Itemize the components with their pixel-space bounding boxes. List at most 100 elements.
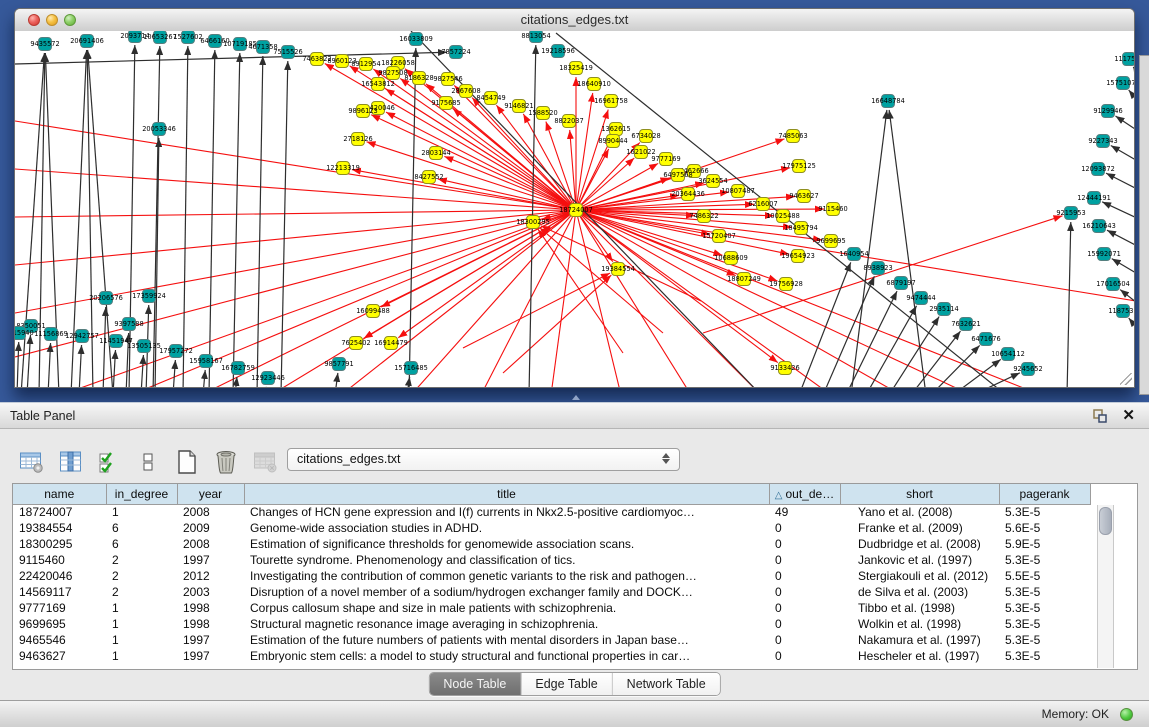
table-cell[interactable]: Jankovic et al. (1997) — [840, 552, 999, 568]
table-cell[interactable]: 1 — [106, 648, 177, 664]
table-cell[interactable]: 0 — [769, 616, 840, 632]
table-cell[interactable]: 19384554 — [13, 520, 106, 536]
table-cell[interactable]: 9699695 — [13, 616, 106, 632]
graph-edge[interactable] — [953, 359, 1001, 387]
graph-edge[interactable] — [538, 229, 623, 353]
table-cell[interactable]: 2008 — [177, 536, 244, 552]
table-cell[interactable]: 49 — [769, 504, 840, 520]
table-cell[interactable]: Disruption of a novel member of a sodium… — [244, 584, 769, 600]
graph-edge[interactable] — [1129, 90, 1134, 105]
table-cell[interactable]: 1 — [106, 600, 177, 616]
table-cell[interactable]: 6 — [106, 520, 177, 536]
graph-edge[interactable] — [1102, 202, 1134, 220]
graph-edge[interactable] — [371, 115, 576, 210]
table-cell[interactable]: Genome-wide association studies in ADHD. — [244, 520, 769, 536]
graph-edge[interactable] — [866, 306, 917, 387]
table-cell[interactable]: 6 — [106, 536, 177, 552]
graph-edge[interactable] — [1067, 222, 1071, 387]
graph-edge[interactable] — [113, 350, 116, 387]
table-cell[interactable]: Embryonic stem cells: a model to study s… — [244, 648, 769, 664]
graph-edge[interactable] — [1120, 290, 1134, 306]
table-cell[interactable]: 5.3E-5 — [999, 632, 1090, 648]
table-cell[interactable]: 1998 — [177, 600, 244, 616]
table-cell[interactable]: 5.5E-5 — [999, 568, 1090, 584]
network-graph[interactable]: 1872400718300295193845547463822896012389… — [15, 31, 1134, 387]
table-cell[interactable]: 9463627 — [13, 648, 106, 664]
table-row[interactable]: 946362711997Embryonic stem cells: a mode… — [13, 648, 1090, 664]
table-row[interactable]: 946554611997Estimation of the future num… — [13, 632, 1090, 648]
splitter-handle[interactable] — [572, 395, 580, 400]
select-rows-checklist-icon[interactable] — [96, 449, 122, 475]
graph-edge[interactable] — [341, 210, 576, 387]
table-cell[interactable]: 5.6E-5 — [999, 520, 1090, 536]
graph-edge[interactable] — [576, 210, 778, 363]
table-cell[interactable]: 1 — [106, 632, 177, 648]
table-cell[interactable]: Tibbo et al. (1998) — [840, 600, 999, 616]
new-document-icon[interactable] — [174, 449, 200, 475]
graph-edge[interactable] — [17, 342, 19, 387]
graph-edge[interactable] — [209, 50, 215, 387]
table-cell[interactable]: 0 — [769, 648, 840, 664]
table-cell[interactable]: 1997 — [177, 648, 244, 664]
tab-edge-table[interactable]: Edge Table — [520, 673, 611, 695]
table-cell[interactable]: 9777169 — [13, 600, 106, 616]
table-settings-icon[interactable] — [18, 449, 44, 475]
graph-edge[interactable] — [1115, 116, 1134, 133]
table-cell[interactable]: 2 — [106, 552, 177, 568]
table-cell[interactable]: Nakamura et al. (1997) — [840, 632, 999, 648]
graph-edge[interactable] — [481, 210, 576, 387]
memory-status-indicator[interactable] — [1120, 708, 1133, 721]
table-cell[interactable]: 9465546 — [13, 632, 106, 648]
float-panel-icon[interactable] — [1093, 409, 1107, 423]
table-cell[interactable]: 5.3E-5 — [999, 616, 1090, 632]
graph-edge[interactable] — [1111, 146, 1134, 163]
table-row[interactable]: 1938455462009Genome-wide association stu… — [13, 520, 1090, 536]
scrollbar-thumb[interactable] — [1099, 507, 1112, 535]
table-row[interactable]: 2242004622012Investigating the contribut… — [13, 568, 1090, 584]
graph-edge[interactable] — [173, 360, 175, 387]
table-cell[interactable]: Dudbridge et al. (2008) — [840, 536, 999, 552]
column-header-title[interactable]: title — [244, 484, 769, 504]
table-cell[interactable]: Stergiakouli et al. (2012) — [840, 568, 999, 584]
graph-edge[interactable] — [15, 121, 576, 210]
graph-edge[interactable] — [570, 130, 576, 210]
graph-edge[interactable] — [799, 262, 851, 387]
vertical-scrollbar[interactable] — [1097, 505, 1114, 668]
graph-edge[interactable] — [79, 345, 82, 387]
table-cell[interactable]: 0 — [769, 600, 840, 616]
table-cell[interactable]: 5.3E-5 — [999, 600, 1090, 616]
table-cell[interactable]: 2 — [106, 568, 177, 584]
column-header-in_degree[interactable]: in_degree — [106, 484, 177, 504]
table-cell[interactable]: Wolkin et al. (1998) — [840, 616, 999, 632]
graph-edge[interactable] — [335, 373, 338, 387]
graph-edge[interactable] — [411, 210, 576, 387]
graph-edge[interactable] — [15, 210, 576, 265]
graph-edge[interactable] — [1106, 173, 1134, 191]
table-cell[interactable]: Franke et al. (2009) — [840, 520, 999, 536]
graph-edge[interactable] — [823, 276, 874, 387]
delete-trash-icon[interactable] — [213, 449, 239, 475]
graph-edge[interactable] — [15, 210, 576, 357]
resize-grip[interactable] — [1120, 373, 1132, 385]
table-cell[interactable]: Estimation of the future numbers of pati… — [244, 632, 769, 648]
table-cell[interactable]: Hescheler et al. (1997) — [840, 648, 999, 664]
table-row[interactable]: 1872400712008Changes of HCN gene express… — [13, 504, 1090, 520]
column-header-pagerank[interactable]: pagerank — [999, 484, 1090, 504]
table-cell[interactable]: Estimation of significance thresholds fo… — [244, 536, 769, 552]
table-cell[interactable]: 0 — [769, 584, 840, 600]
table-row[interactable]: 911546021997Tourette syndrome. Phenomeno… — [13, 552, 1090, 568]
table-cell[interactable]: Yano et al. (2008) — [840, 504, 999, 520]
row-height-icon[interactable] — [135, 449, 161, 475]
table-cell[interactable]: 18300295 — [13, 536, 106, 552]
table-cell[interactable]: de Silva et al. (2003) — [840, 584, 999, 600]
graph-edge[interactable] — [257, 56, 263, 387]
graph-edge[interactable] — [233, 53, 240, 387]
table-cell[interactable]: 0 — [769, 632, 840, 648]
table-cell[interactable]: 0 — [769, 568, 840, 584]
graph-edge[interactable] — [103, 307, 106, 387]
table-selector-dropdown[interactable]: citations_edges.txt — [287, 448, 680, 471]
table-cell[interactable]: Investigating the contribution of common… — [244, 568, 769, 584]
table-cell[interactable]: 0 — [769, 552, 840, 568]
table-cell[interactable]: 1998 — [177, 616, 244, 632]
table-cell[interactable]: 1 — [106, 504, 177, 520]
